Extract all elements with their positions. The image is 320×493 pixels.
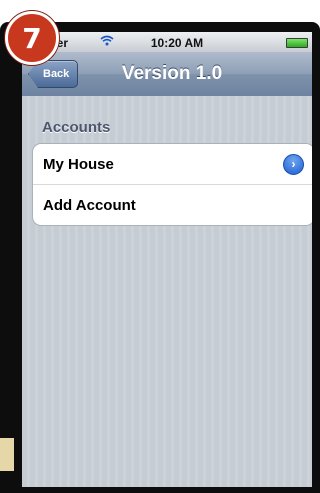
row-label: Add Account [43, 196, 136, 214]
decorative-strip [0, 438, 14, 471]
accounts-table: My House › Add Account [32, 143, 312, 226]
phone-screen: rrier 10:20 AM Back Version 1.0 Accounts… [22, 32, 312, 487]
grouped-table-view: Accounts My House › Add Account [22, 96, 312, 487]
section-header-accounts: Accounts [42, 119, 111, 136]
table-row-add-account[interactable]: Add Account [33, 184, 312, 225]
detail-disclosure-icon[interactable]: › [283, 153, 304, 175]
battery-icon [286, 38, 308, 48]
nav-title: Version 1.0 [121, 63, 223, 84]
row-label: My House [43, 155, 114, 173]
status-bar: rrier 10:20 AM [22, 32, 312, 52]
navigation-bar: Back Version 1.0 [22, 52, 312, 97]
status-time: 10:20 AM [150, 36, 204, 50]
step-number-badge: 7 [5, 11, 59, 65]
table-row-my-house[interactable]: My House › [33, 144, 312, 184]
